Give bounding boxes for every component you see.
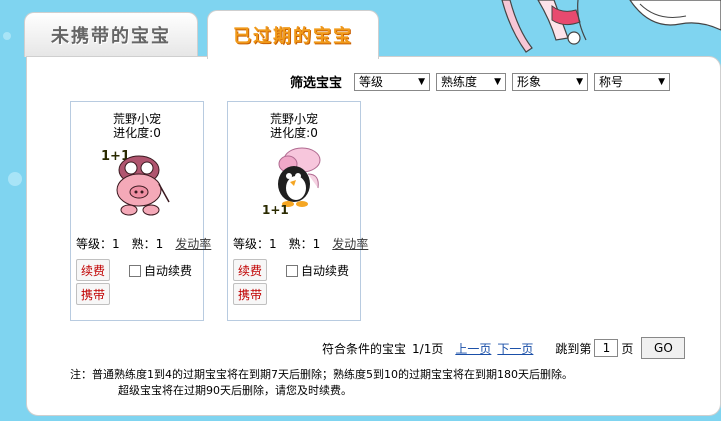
auto-renew-option[interactable]: 自动续费 — [129, 262, 192, 279]
dropdown-arrow-icon: ▼ — [494, 76, 502, 87]
activation-rate-link[interactable]: 发动率 — [332, 235, 368, 252]
appearance-select[interactable]: 形象 ▼ — [512, 72, 589, 91]
auto-renew-option[interactable]: 自动续费 — [286, 262, 349, 279]
title-select[interactable]: 称号 ▼ — [594, 72, 671, 91]
prev-page-link[interactable]: 上一页 — [455, 340, 491, 357]
renew-button[interactable]: 续费 — [76, 259, 111, 281]
go-button[interactable]: GO — [641, 337, 686, 359]
background-bubble — [8, 172, 22, 186]
page-count: 1/1页 — [412, 341, 444, 356]
dropdown-arrow-icon: ▼ — [658, 76, 666, 87]
pet-evolution: 进化度:0 — [270, 126, 318, 140]
pet-stats: 等级：1 熟：1 发动率 — [233, 235, 380, 252]
pet-stats: 等级：1 熟：1 发动率 — [76, 235, 223, 252]
result-summary: 符合条件的宝宝 — [322, 341, 407, 356]
expiry-note-super: 超级宝宝将在过期90天后删除，请您及时续费。 — [118, 384, 352, 397]
dropdown-arrow-icon: ▼ — [576, 76, 584, 87]
pet-evolution: 进化度:0 — [113, 126, 161, 140]
pet-card: 荒野小宠 进化度:0 1+1 等级：1 熟：1 发动率 续费 自动续费 携带 — [70, 101, 211, 321]
pet-proficiency: 熟：1 — [288, 237, 321, 251]
character-illustration — [501, 0, 721, 53]
pig-pet-icon: 1+1 — [101, 149, 170, 216]
page-number-input[interactable]: 1 — [594, 339, 619, 357]
dropdown-arrow-icon: ▼ — [418, 76, 426, 87]
pet-card: 荒野小宠 进化度:0 1+1 等级：1 熟：1 发动率 续费 自动续费 携带 — [227, 101, 368, 321]
auto-renew-checkbox[interactable] — [129, 264, 141, 277]
level-select[interactable]: 等级 ▼ — [354, 72, 431, 91]
filter-bar: 筛选宝宝 等级 ▼ 熟练度 ▼ 形象 ▼ 称号 ▼ — [290, 72, 676, 91]
pet-level: 等级：1 — [233, 237, 277, 251]
carry-button[interactable]: 携带 — [76, 283, 111, 305]
background-bubble — [3, 32, 11, 40]
penguin-pet-icon: 1+1 — [262, 147, 321, 216]
proficiency-select[interactable]: 熟练度 ▼ — [436, 72, 507, 91]
pagination: 符合条件的宝宝 1/1页 上一页 下一页 跳到第 1 页 GO — [322, 337, 686, 359]
tab-not-carried[interactable]: 未携带的宝宝 — [24, 12, 198, 57]
tab-expired[interactable]: 已过期的宝宝 — [207, 10, 379, 59]
expiry-note: 注：普通熟练度1到4的过期宝宝将在到期7天后删除；熟练度5到10的过期宝宝将在到… — [70, 368, 573, 381]
pet-badge: 1+1 — [262, 203, 289, 216]
expired-pets-panel: 筛选宝宝 等级 ▼ 熟练度 ▼ 形象 ▼ 称号 ▼ 荒野小宠 进化度:0 1+1 等级：… — [26, 56, 721, 416]
auto-renew-label: 自动续费 — [144, 264, 193, 278]
filter-label: 筛选宝宝 — [290, 76, 343, 91]
jump-prefix: 跳到第 — [555, 341, 592, 356]
renew-button[interactable]: 续费 — [233, 259, 268, 281]
carry-button[interactable]: 携带 — [233, 283, 268, 305]
auto-renew-checkbox[interactable] — [286, 264, 298, 277]
auto-renew-label: 自动续费 — [301, 264, 350, 278]
activation-rate-link[interactable]: 发动率 — [175, 235, 211, 252]
pet-level: 等级：1 — [76, 237, 120, 251]
next-page-link[interactable]: 下一页 — [497, 340, 533, 357]
pet-proficiency: 熟：1 — [131, 237, 164, 251]
jump-suffix: 页 — [621, 341, 634, 356]
